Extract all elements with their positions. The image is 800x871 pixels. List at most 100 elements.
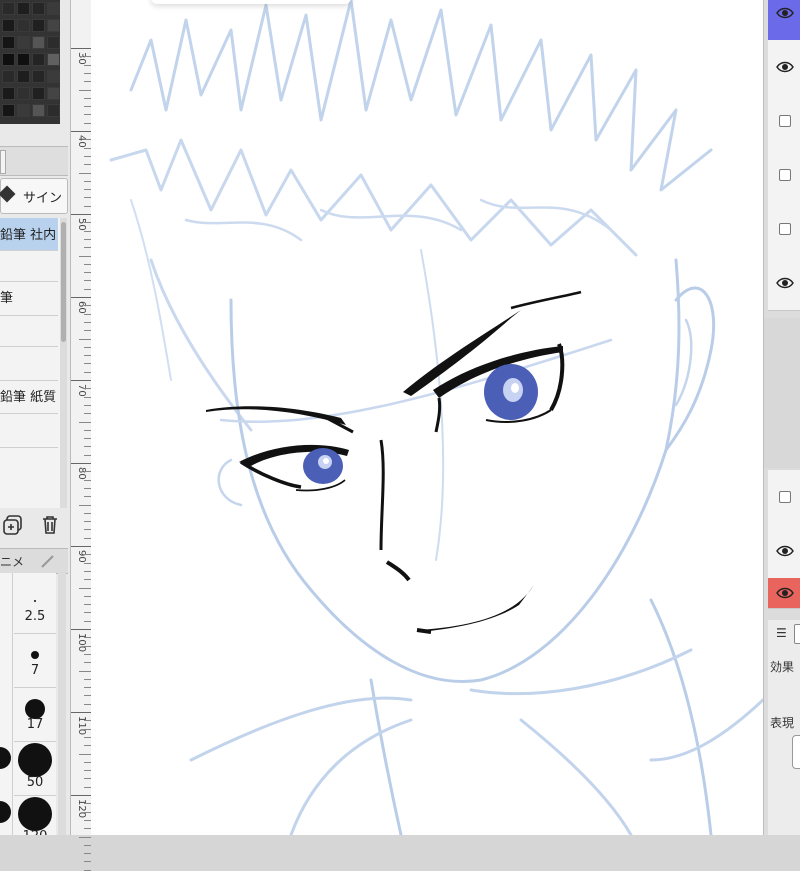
brush-list-item[interactable] <box>0 315 58 347</box>
drawing-canvas[interactable] <box>91 0 763 835</box>
color-swatch[interactable] <box>32 53 45 66</box>
layer-row[interactable] <box>768 202 800 257</box>
menu-icon[interactable]: ☰ <box>776 626 787 640</box>
eye-icon[interactable] <box>776 60 794 74</box>
eye-icon[interactable] <box>776 544 794 558</box>
ruler-tick-label: 120 <box>76 799 87 819</box>
ruler-minor-tick <box>84 562 91 564</box>
color-swatch[interactable] <box>47 2 60 15</box>
ruler-minor-tick <box>84 321 91 323</box>
sub-tool-tabstrip <box>0 146 68 176</box>
sub-tool-tab[interactable] <box>0 150 6 174</box>
ruler-tick: 30 <box>71 48 91 65</box>
pen-icon[interactable] <box>38 552 58 570</box>
brush-size-dot <box>18 797 52 831</box>
ruler-minor-tick <box>84 438 91 440</box>
ruler-minor-tick <box>84 579 91 581</box>
color-swatch[interactable] <box>32 87 45 100</box>
ruler-minor-tick <box>84 363 91 365</box>
color-swatch[interactable] <box>2 36 15 49</box>
ruler-minor-tick <box>84 189 91 191</box>
layer-property-panel: ☰ 効果 表現 <box>768 620 800 835</box>
color-swatch[interactable] <box>2 53 15 66</box>
layer-visibility-checkbox[interactable] <box>779 115 791 127</box>
ruler-minor-tick <box>84 844 91 846</box>
ruler-minor-tick <box>84 736 91 738</box>
color-swatch[interactable] <box>2 2 15 15</box>
ruler-minor-tick <box>84 471 91 473</box>
ruler-minor-tick <box>84 554 91 556</box>
color-swatch[interactable] <box>17 70 30 83</box>
layer-row[interactable] <box>768 256 800 311</box>
property-tab[interactable] <box>794 624 800 644</box>
color-swatch[interactable] <box>47 104 60 117</box>
brush-size-option[interactable]: 2.5 <box>14 579 56 634</box>
color-swatch[interactable] <box>32 2 45 15</box>
brush-size-tab[interactable]: ニメ <box>0 548 68 574</box>
brush-size-option[interactable]: 50 <box>14 741 56 796</box>
eye-icon[interactable] <box>776 586 794 600</box>
color-swatch[interactable] <box>17 87 30 100</box>
layer-row[interactable] <box>768 40 800 95</box>
ruler-tick-label: 110 <box>76 716 87 736</box>
layer-visibility-checkbox[interactable] <box>779 169 791 181</box>
layer-visibility-checkbox[interactable] <box>779 223 791 235</box>
color-swatch[interactable] <box>17 2 30 15</box>
layer-row[interactable] <box>768 94 800 149</box>
layer-row[interactable] <box>768 148 800 203</box>
expression-select[interactable] <box>792 735 800 769</box>
color-swatch[interactable] <box>17 104 30 117</box>
ruler-minor-tick <box>84 662 91 664</box>
color-swatch[interactable] <box>47 87 60 100</box>
brush-size-label: 120 <box>14 829 56 835</box>
ruler-minor-tick <box>84 695 91 697</box>
brush-size-option[interactable]: 7 <box>14 633 56 688</box>
layer-visibility-checkbox[interactable] <box>779 491 791 503</box>
trash-icon[interactable] <box>40 514 60 536</box>
color-swatch[interactable] <box>32 36 45 49</box>
layer-row[interactable] <box>768 524 800 579</box>
color-swatch[interactable] <box>47 19 60 32</box>
color-swatch[interactable] <box>17 19 30 32</box>
brush-list-item[interactable]: 筆 <box>0 281 58 316</box>
color-swatch[interactable] <box>32 19 45 32</box>
color-swatch[interactable] <box>17 53 30 66</box>
brush-list-item[interactable] <box>0 413 58 448</box>
expression-label: 表現 <box>770 716 795 730</box>
color-swatch[interactable] <box>47 36 60 49</box>
scroll-thumb[interactable] <box>61 222 66 342</box>
ruler-tick: 90 <box>71 546 91 563</box>
ruler-minor-tick <box>84 313 91 315</box>
ruler-tick-label: 40 <box>76 135 87 148</box>
brush-list-item[interactable] <box>0 250 58 282</box>
ruler-minor-tick <box>84 305 91 307</box>
brush-list-item[interactable]: 鉛筆 紙質 <box>0 380 58 414</box>
color-swatch[interactable] <box>2 19 15 32</box>
brush-list-scrollbar[interactable] <box>60 218 67 508</box>
brush-size-option[interactable]: 17 <box>14 687 56 742</box>
brush-list-item[interactable]: 鉛筆 社内 <box>0 218 58 251</box>
color-swatch[interactable] <box>32 104 45 117</box>
duplicate-icon[interactable] <box>2 514 24 536</box>
color-swatch[interactable] <box>2 87 15 100</box>
ruler-minor-tick <box>84 114 91 116</box>
color-swatch[interactable] <box>47 53 60 66</box>
color-swatch[interactable] <box>32 70 45 83</box>
eye-icon[interactable] <box>776 276 794 290</box>
color-swatch[interactable] <box>2 70 15 83</box>
sub-tool-group-sign[interactable]: サイン <box>0 178 68 214</box>
brush-size-dot <box>18 743 52 777</box>
color-swatch-grid[interactable] <box>0 0 60 124</box>
layer-row[interactable] <box>768 0 800 41</box>
layer-panel: ☰ 効果 表現 <box>763 0 800 835</box>
color-swatch[interactable] <box>2 104 15 117</box>
brush-size-scrollbar[interactable] <box>58 573 66 835</box>
brush-size-option[interactable]: 120 <box>14 795 56 835</box>
ruler-minor-tick <box>84 770 91 772</box>
eye-icon[interactable] <box>776 6 794 20</box>
layer-row[interactable] <box>768 578 800 609</box>
color-swatch[interactable] <box>17 36 30 49</box>
color-swatch[interactable] <box>47 70 60 83</box>
layer-row[interactable] <box>768 470 800 525</box>
brush-list-item[interactable] <box>0 346 58 381</box>
